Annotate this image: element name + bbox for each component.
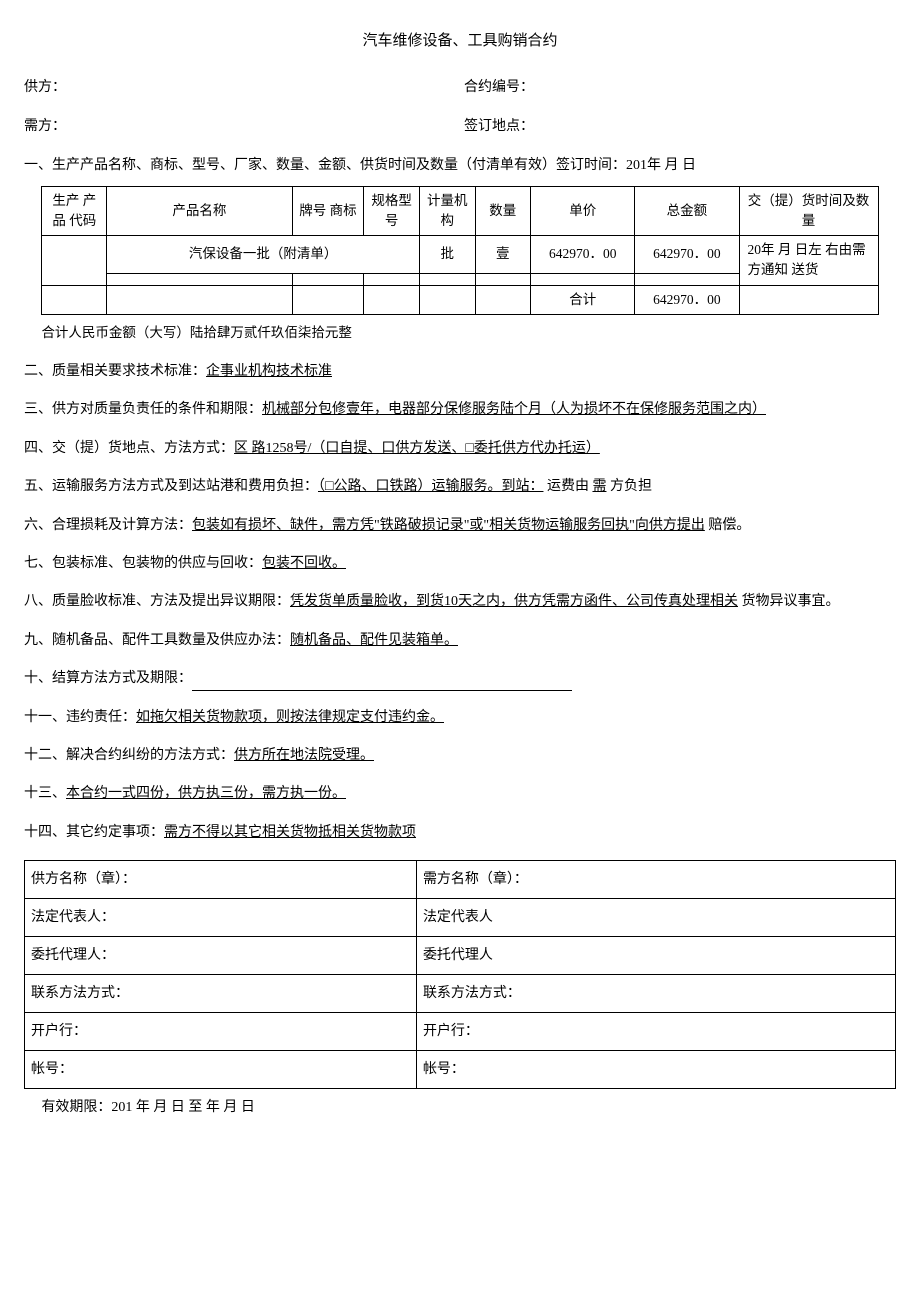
clause-13-underline: 本合约一式四份，供方执三份，需方执一份。: [66, 786, 346, 801]
cell-sum-label: 合计: [531, 285, 635, 314]
clause-8-label: 八、质量脸收标准、方法及提出异议期限：: [24, 594, 290, 609]
clause-9-label: 九、随机备品、配件工具数量及供应办法：: [24, 633, 290, 648]
clause-10: 十、结算方法方式及期限：: [80, 668, 896, 690]
clause-14-underline: 需方不得以其它相关货物抵相关货物款项: [164, 825, 416, 840]
supplier-label: 供方：: [24, 77, 460, 98]
cell-price: 642970．00: [531, 236, 635, 274]
document-title: 汽车维修设备、工具购销合约: [24, 30, 896, 53]
clause-11-label: 十一、违约责任：: [24, 710, 136, 725]
sig-buy-contact: 联系方法方式：: [416, 975, 895, 1013]
clause-5-tail1: 运费由: [543, 479, 592, 494]
sig-sup-contact: 联系方法方式：: [25, 975, 417, 1013]
clause-9-underline: 随机备品、配件见装箱单。: [290, 633, 458, 648]
clause-4-underline: 区 路1258号/（口自提、口供方发送、□委托供方代办托运）: [234, 441, 600, 456]
header-row-1: 供方： 合约编号：: [24, 77, 896, 98]
clause-8: 八、质量脸收标准、方法及提出异议期限：凭发货单质量脸收，到货10天之内，供方凭需…: [80, 591, 896, 613]
clause-2: 二、质量相关要求技术标准：企事业机构技术标准: [80, 361, 896, 383]
clause-14: 十四、其它约定事项：需方不得以其它相关货物抵相关货物款项: [80, 822, 896, 844]
clause-12-underline: 供方所在地法院受理。: [234, 748, 374, 763]
amount-chinese: 合计人民币金额（大写）陆拾肆万贰仟玖佰柒拾元整: [41, 323, 896, 343]
th-delivery: 交（提）货时间及数量: [739, 186, 878, 236]
signature-table: 供方名称（章）：需方名称（章）： 法定代表人：法定代表人 委托代理人：委托代理人…: [24, 860, 896, 1089]
sig-sup-name: 供方名称（章）：: [25, 861, 417, 899]
header-row-2: 需方： 签订地点：: [24, 116, 896, 137]
clause-10-label: 十、结算方法方式及期限：: [24, 671, 192, 686]
clause-7-label: 七、包装标准、包装物的供应与回收：: [24, 556, 262, 571]
th-unit: 计量机构: [419, 186, 475, 236]
cell-unit: 批: [419, 236, 475, 274]
clause-5-tail2: 方负担: [606, 479, 652, 494]
clause-12: 十二、解决合约纠纷的方法方式：供方所在地法院受理。: [80, 745, 896, 767]
clause-11: 十一、违约责任：如拖欠相关货物款项，则按法律规定支付违约金。: [80, 707, 896, 729]
clause-13-label: 十三、: [24, 786, 66, 801]
clause-13: 十三、本合约一式四份，供方执三份，需方执一份。: [80, 783, 896, 805]
table-sum-row: 合计 642970．00: [42, 285, 878, 314]
cell-delivery: 20年 月 日左 右由需方通知 送货: [739, 236, 878, 286]
sig-sup-acct: 帐号：: [25, 1051, 417, 1089]
th-qty: 数量: [475, 186, 531, 236]
table-row: 汽保设备一批（附清单） 批 壹 642970．00 642970．00 20年 …: [42, 236, 878, 274]
clause-6: 六、合理损耗及计算方法：包装如有损坏、缺件，需方凭"铁路破损记录"或"相关货物运…: [80, 515, 896, 537]
section-1-text: 一、生产产品名称、商标、型号、厂家、数量、金额、供货时间及数量（付清单有效）签订…: [24, 155, 896, 176]
product-table: 生产 产品 代码 产品名称 牌号 商标 规格型号 计量机构 数量 单价 总金额 …: [41, 186, 878, 315]
clause-14-label: 十四、其它约定事项：: [24, 825, 164, 840]
th-brand: 牌号 商标: [292, 186, 364, 236]
sign-place-label: 签订地点：: [460, 116, 896, 137]
clause-4: 四、交（提）货地点、方法方式：区 路1258号/（口自提、口供方发送、□委托供方…: [80, 438, 896, 460]
sig-buy-agent: 委托代理人: [416, 937, 895, 975]
clause-12-label: 十二、解决合约纠纷的方法方式：: [24, 748, 234, 763]
th-code: 生产 产品 代码: [42, 186, 107, 236]
clause-5-underline2: 需: [592, 479, 606, 494]
clause-2-underline: 企事业机构技术标准: [206, 364, 332, 379]
clause-5: 五、运输服务方法方式及到达站港和费用负担：（□公路、口铁路）运输服务。到站： 运…: [80, 476, 896, 498]
sig-sup-legal: 法定代表人：: [25, 899, 417, 937]
sig-buy-bank: 开户行：: [416, 1013, 895, 1051]
clause-4-label: 四、交（提）货地点、方法方式：: [24, 441, 234, 456]
sig-buy-legal: 法定代表人: [416, 899, 895, 937]
clause-8-underline: 凭发货单质量脸收，到货10天之内，供方凭需方函件、公司传真处理相关: [290, 594, 738, 609]
table-header-row: 生产 产品 代码 产品名称 牌号 商标 规格型号 计量机构 数量 单价 总金额 …: [42, 186, 878, 236]
contract-no-label: 合约编号：: [460, 77, 896, 98]
sig-buy-name: 需方名称（章）：: [416, 861, 895, 899]
clause-6-tail: 赔偿。: [705, 518, 751, 533]
clause-3: 三、供方对质量负责任的条件和期限：机械部分包修壹年，电器部分保修服务陆个月（人为…: [80, 399, 896, 421]
th-spec: 规格型号: [364, 186, 420, 236]
th-price: 单价: [531, 186, 635, 236]
clause-2-label: 二、质量相关要求技术标准：: [24, 364, 206, 379]
clause-5-label: 五、运输服务方法方式及到达站港和费用负担：: [24, 479, 318, 494]
clause-6-underline: 包装如有损坏、缺件，需方凭"铁路破损记录"或"相关货物运输服务回执"向供方提出: [192, 518, 705, 533]
th-name: 产品名称: [107, 186, 292, 236]
clause-7: 七、包装标准、包装物的供应与回收：包装不回收。: [80, 553, 896, 575]
clause-3-underline: 机械部分包修壹年，电器部分保修服务陆个月（人为损坏不在保修服务范围之内）: [262, 402, 766, 417]
cell-total: 642970．00: [635, 236, 739, 274]
sig-sup-bank: 开户行：: [25, 1013, 417, 1051]
cell-product-name: 汽保设备一批（附清单）: [107, 236, 420, 274]
buyer-label: 需方：: [24, 116, 460, 137]
clause-3-label: 三、供方对质量负责任的条件和期限：: [24, 402, 262, 417]
cell-qty: 壹: [475, 236, 531, 274]
clause-6-label: 六、合理损耗及计算方法：: [24, 518, 192, 533]
clause-5-underline: （□公路、口铁路）运输服务。到站：: [318, 479, 543, 494]
sig-sup-agent: 委托代理人：: [25, 937, 417, 975]
clause-9: 九、随机备品、配件工具数量及供应办法：随机备品、配件见装箱单。: [80, 630, 896, 652]
th-total: 总金额: [635, 186, 739, 236]
clause-11-underline: 如拖欠相关货物款项，则按法律规定支付违约金。: [136, 710, 444, 725]
sig-buy-acct: 帐号：: [416, 1051, 895, 1089]
cell-sum-total: 642970．00: [635, 285, 739, 314]
clause-10-blank: [192, 677, 572, 691]
clause-7-underline: 包装不回收。: [262, 556, 346, 571]
clause-8-tail: 货物异议事宜。: [738, 594, 840, 609]
validity-period: 有效期限：201 年 月 日 至 年 月 日: [41, 1097, 896, 1118]
